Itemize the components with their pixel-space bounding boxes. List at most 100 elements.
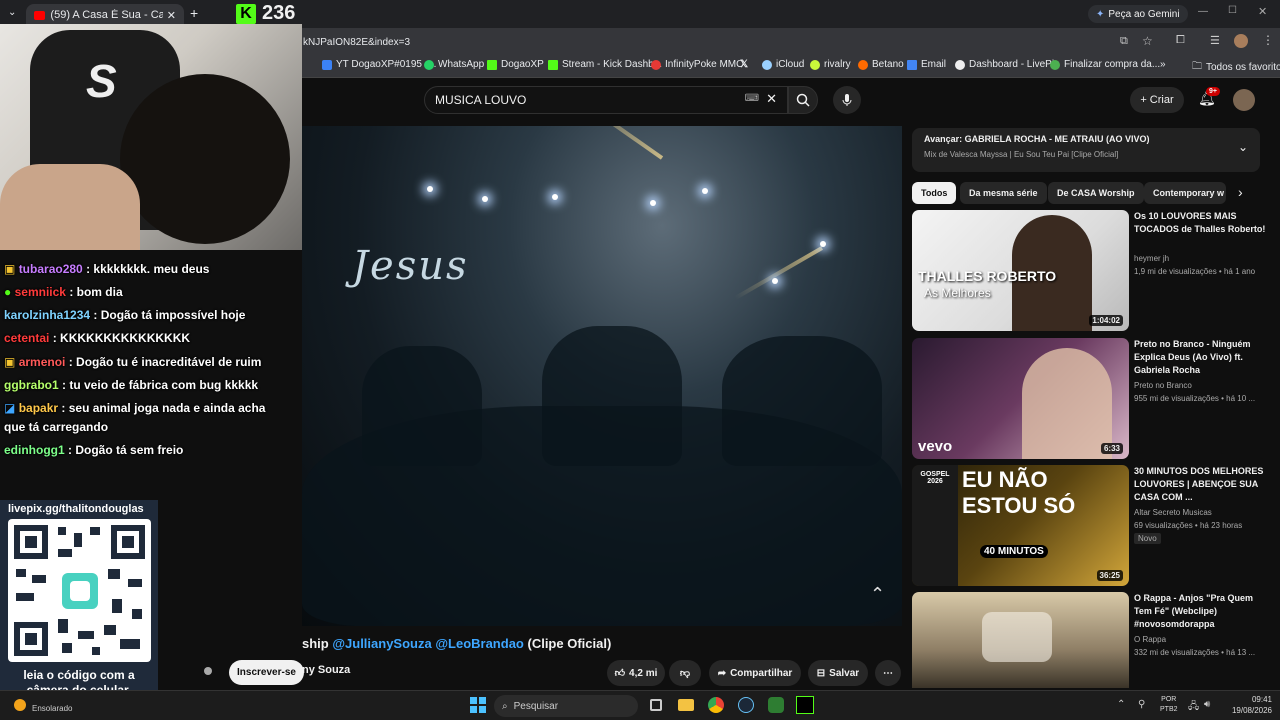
thumb-person: [1022, 348, 1112, 459]
share-button[interactable]: ➦ Compartilhar: [709, 660, 801, 686]
bookmark-dogaoxp[interactable]: DogaoXP: [487, 59, 544, 70]
video-title[interactable]: O Rappa - Anjos "Pra Quem Tem Fé" (Webcl…: [1134, 592, 1266, 631]
bookmark-whatsapp[interactable]: WhatsApp: [424, 59, 484, 70]
video-player[interactable]: ⌃: [302, 126, 902, 626]
weather-text[interactable]: Ensolarado: [32, 704, 72, 713]
vevo-logo: vevo: [918, 438, 953, 455]
video-title[interactable]: Preto no Branco - Ninguém Explica Deus (…: [1134, 338, 1266, 377]
bookmark-email[interactable]: Email: [907, 59, 946, 70]
gemini-button[interactable]: ✦ Peça ao Gemini: [1088, 5, 1188, 23]
channel-name[interactable]: ny Souza: [302, 664, 350, 676]
video-channel[interactable]: O Rappa: [1134, 633, 1266, 646]
taskbar-search[interactable]: ⌕ Pesquisar: [494, 695, 638, 717]
title-mention-link[interactable]: @LeoBrandao: [435, 636, 524, 651]
chat-message: ▣ armenoi : Dogão tu é inacreditável de …: [4, 355, 261, 369]
bookmark-icloud[interactable]: iCloud: [762, 59, 804, 70]
chair-logo-icon: S: [86, 55, 117, 107]
maximize-icon[interactable]: ☐: [1228, 5, 1237, 16]
steam-icon[interactable]: [738, 697, 754, 713]
video-meta: 955 mi de visualizações • há 10 ...: [1134, 394, 1256, 403]
mix-queue-panel[interactable]: Avançar: GABRIELA ROCHA - ME ATRAIU (AO …: [912, 128, 1260, 172]
account-avatar[interactable]: [1233, 89, 1255, 111]
cast-icon[interactable]: ⧉: [1120, 35, 1128, 48]
video-channel[interactable]: Altar Secreto Musicas: [1134, 506, 1266, 519]
clock[interactable]: 09:41 19/08/2026: [1222, 694, 1272, 716]
video-title[interactable]: 30 MINUTOS DOS MELHORES LOUVORES | ABENÇ…: [1134, 465, 1266, 504]
profile-avatar-icon[interactable]: [1234, 34, 1248, 48]
video-channel[interactable]: heymer jh: [1134, 252, 1266, 265]
close-window-icon[interactable]: ✕: [1258, 5, 1267, 18]
mix-label: Mix de Valesca Mayssa | Eu Sou Teu Pai […: [924, 150, 1119, 159]
network-icon[interactable]: 🖧: [1188, 699, 1199, 716]
bookmark-icon: ⊟: [816, 667, 826, 679]
video-meta: 1,9 mi de visualizações • há 1 ano: [1134, 267, 1256, 276]
reading-list-icon[interactable]: ☰: [1210, 34, 1220, 47]
clear-search-icon[interactable]: ✕: [766, 91, 777, 107]
chip-all[interactable]: Todos: [912, 182, 957, 204]
bookmark-x[interactable]: 𝕏: [740, 59, 748, 70]
bookmark-yt[interactable]: YT DogaoXP#0195 -...: [322, 59, 436, 70]
like-count: 4,2 mi: [629, 667, 658, 679]
create-button[interactable]: + Criar: [1130, 87, 1184, 113]
more-actions-button[interactable]: ⋯: [875, 660, 901, 686]
file-explorer-icon[interactable]: [678, 699, 694, 711]
bookmark-star-icon[interactable]: ☆: [1142, 34, 1153, 48]
dislike-button[interactable]: 👎︎: [669, 660, 701, 686]
expand-chevron-icon[interactable]: ⌄: [1238, 140, 1248, 154]
new-tab-icon[interactable]: +: [190, 5, 198, 21]
bookmark-label: DogaoXP: [501, 59, 544, 70]
youtube-favicon-icon: [34, 10, 46, 20]
video-thumbnail[interactable]: [912, 592, 1129, 688]
autoplay-up-icon[interactable]: ⌃: [870, 584, 885, 605]
subscribe-button[interactable]: Inscrever-se: [229, 660, 304, 685]
kick-app-icon[interactable]: [796, 696, 814, 714]
more-bookmarks-icon[interactable]: »: [1160, 59, 1166, 70]
chat-username: ggbrabo1: [4, 378, 59, 392]
browser-tab-active[interactable]: (59) A Casa É Sua - Casa W ✕: [26, 4, 184, 26]
keyboard-icon[interactable]: ⌨: [745, 93, 759, 104]
volume-icon[interactable]: 🔊︎: [1204, 699, 1210, 710]
chip-contemporary[interactable]: Contemporary w: [1144, 182, 1226, 204]
betano-icon: [858, 59, 868, 70]
like-button[interactable]: 👍︎ 4,2 mi: [607, 660, 665, 686]
close-tab-icon[interactable]: ✕: [167, 9, 176, 22]
video-title[interactable]: Os 10 LOUVORES MAIS TOCADOS de Thalles R…: [1134, 210, 1266, 236]
search-button[interactable]: [788, 86, 818, 114]
video-channel[interactable]: Preto no Branco: [1134, 379, 1266, 392]
chip-casa-worship[interactable]: De CASA Worship: [1048, 182, 1144, 204]
all-favorites[interactable]: 🗀 Todos os favoritos: [1192, 59, 1280, 76]
bookmark-kick-dashboard[interactable]: Stream - Kick Dashb...: [548, 59, 662, 70]
discord-app-icon[interactable]: [768, 697, 784, 713]
bookmark-betano[interactable]: Betano: [858, 59, 904, 70]
chat-username: tubarao280: [18, 262, 83, 276]
save-button[interactable]: ⊟ Salvar: [808, 660, 868, 686]
video-thumbnail[interactable]: vevo 6:33: [912, 338, 1129, 459]
search-input[interactable]: MUSICA LOUVO ⌨ ✕: [424, 86, 788, 114]
bookmark-rivalry[interactable]: rivalry: [810, 59, 851, 70]
system-tray-chevron-icon[interactable]: ⌃: [1117, 699, 1125, 710]
video-thumbnail[interactable]: GOSPEL 2026 EU NÃO ESTOU SÓ 40 MINUTOS 3…: [912, 465, 1129, 586]
crowd-silhouette: [722, 336, 882, 466]
chrome-icon[interactable]: [708, 697, 724, 713]
task-view-icon[interactable]: [650, 699, 662, 711]
voice-search-button[interactable]: [833, 86, 861, 114]
bookmark-livepix[interactable]: Dashboard - LivePix: [955, 59, 1059, 70]
tab-list-chevron-icon[interactable]: ⌄: [8, 7, 16, 18]
start-button[interactable]: [470, 697, 486, 713]
tray-app-icon[interactable]: ⚲: [1138, 699, 1145, 710]
browser-menu-icon[interactable]: ⋮: [1262, 33, 1274, 47]
url-text[interactable]: kNJPaION82E&index=3: [303, 37, 410, 48]
whatsapp-icon: [424, 59, 434, 70]
chip-same-series[interactable]: Da mesma série: [960, 182, 1047, 204]
bookmark-favicon-icon: [322, 59, 332, 70]
bookmark-infinitypoke[interactable]: InfinityPoke MMO: [651, 59, 744, 70]
bookmark-checkout[interactable]: Finalizar compra da...: [1050, 59, 1160, 70]
extensions-icon[interactable]: ⧠: [1176, 34, 1185, 47]
keyboard-layout: PTB2: [1160, 706, 1178, 713]
notifications-button[interactable]: 🔔︎ 9+: [1198, 87, 1220, 108]
video-thumbnail[interactable]: THALLES ROBERTO As Melhores 1:04:02: [912, 210, 1129, 331]
chips-next-icon[interactable]: ›: [1238, 184, 1243, 200]
minimize-icon[interactable]: —: [1198, 6, 1208, 17]
language-indicator[interactable]: POR PTB2: [1160, 695, 1178, 715]
title-mention-link[interactable]: @JullianySouza: [332, 636, 431, 651]
